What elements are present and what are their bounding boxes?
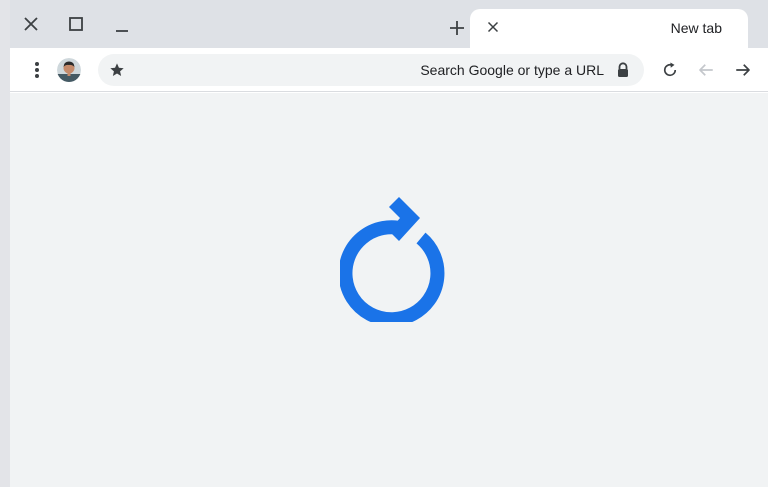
window-frame-bottom — [0, 487, 768, 495]
omnibox-placeholder: Search Google or type a URL — [420, 62, 604, 78]
page-content — [10, 93, 768, 487]
reload-button[interactable] — [658, 58, 682, 82]
menu-dots-icon — [35, 62, 39, 78]
window-maximize-button[interactable] — [63, 12, 89, 36]
new-tab-button[interactable] — [444, 15, 470, 41]
menu-button[interactable] — [26, 57, 48, 83]
tab-strip: New tab — [10, 0, 768, 48]
maximize-icon — [69, 17, 83, 31]
window-minimize-button[interactable] — [109, 12, 135, 36]
close-icon — [24, 17, 38, 31]
tab-close-button[interactable] — [482, 16, 504, 38]
star-icon — [110, 63, 124, 76]
toolbar: Search Google or type a URL — [10, 48, 768, 92]
bookmark-button[interactable] — [106, 59, 128, 81]
back-icon — [699, 64, 713, 76]
forward-icon — [736, 64, 750, 76]
tab-new-tab[interactable]: New tab — [470, 9, 748, 48]
window-frame-left — [0, 0, 10, 495]
minimize-icon — [116, 30, 128, 32]
avatar[interactable] — [57, 58, 81, 82]
close-icon — [487, 21, 499, 33]
browser-window: New tab Search Google or type a URL — [0, 0, 768, 495]
profile-avatar-image — [57, 58, 81, 82]
window-close-button[interactable] — [18, 12, 44, 36]
forward-button[interactable] — [731, 58, 755, 82]
lock-icon — [618, 62, 628, 77]
reload-icon — [340, 197, 445, 322]
plus-icon — [450, 21, 464, 35]
reload-icon — [663, 62, 677, 77]
tab-title: New tab — [670, 20, 722, 36]
back-button[interactable] — [694, 58, 718, 82]
omnibox[interactable]: Search Google or type a URL — [98, 54, 644, 86]
